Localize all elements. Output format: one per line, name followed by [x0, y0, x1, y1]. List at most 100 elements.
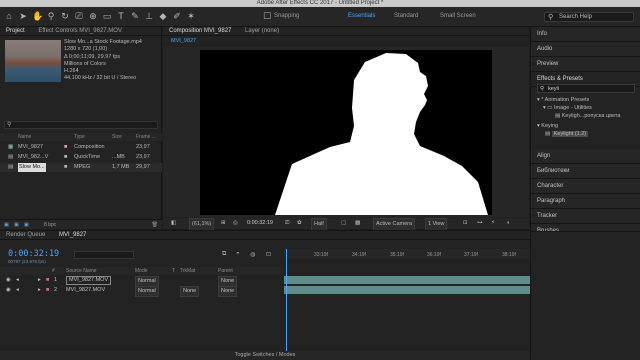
project-item[interactable]: ▤ MVI_982...V ■ QuickTime ...MB 23,97 [0, 153, 162, 162]
expand-chevron-icon[interactable]: ▸ [38, 276, 41, 285]
hand-tool-icon[interactable]: ✋ [32, 11, 43, 21]
tab-render-queue[interactable]: Render Queue [0, 231, 51, 239]
info-panel-header[interactable]: Info [531, 27, 640, 42]
mask-tool-icon[interactable]: ▭ [102, 11, 112, 21]
roto-tool-icon[interactable]: ✐ [172, 11, 182, 21]
time-ruler[interactable]: 33:19f 34:19f 35:19f 36:19f 37:19f 38:19… [284, 249, 530, 259]
tree-keylight-preset[interactable]: ▤ Keyligh...ропуска цвета [555, 112, 620, 120]
trash-icon[interactable]: 🗑 [152, 220, 158, 230]
expand-chevron-icon[interactable]: ▸ [38, 286, 41, 295]
workspace-essentials[interactable]: Essentials [348, 13, 375, 19]
ruler-tick: 35:19f [390, 252, 404, 258]
col-frame[interactable]: Frame ... [136, 133, 156, 141]
tab-effect-controls[interactable]: Effect Controls MVI_9827.MOV [32, 27, 128, 35]
toggle-switches-modes[interactable]: Toggle Switches / Modes [0, 351, 530, 360]
libraries-panel-header[interactable]: Библиотеки [531, 164, 640, 179]
paragraph-panel-header[interactable]: Paragraph [531, 194, 640, 209]
tree-keying[interactable]: ▾ Keying [537, 122, 558, 130]
selection-tool-icon[interactable]: ➤ [18, 11, 28, 21]
tab-composition[interactable]: Composition MVI_9827 [163, 27, 237, 35]
roi-icon[interactable]: ▢ [341, 218, 346, 229]
comp-subtab[interactable]: MVI_9827 [171, 38, 196, 44]
tab-layer[interactable]: Layer (none) [239, 27, 285, 35]
flowchart-icon[interactable]: ⊶ [477, 218, 483, 229]
preview-panel-header[interactable]: Preview [531, 57, 640, 72]
comp-canvas[interactable] [200, 50, 492, 215]
search-icon: ⚲ [7, 122, 12, 128]
graph-editor-icon[interactable]: ⊡ [266, 251, 271, 258]
tree-keylight-effect[interactable]: ▤ Keylight (1.2) [545, 130, 589, 138]
brushes-panel-header[interactable]: Brushes [531, 224, 640, 232]
footage-icon: ▤ [8, 164, 14, 170]
workspace-standard[interactable]: Standard [394, 13, 418, 19]
pan-behind-tool-icon[interactable]: ⊕ [88, 11, 98, 21]
puppet-tool-icon[interactable]: ✶ [186, 11, 196, 21]
comp-viewer[interactable] [163, 47, 529, 217]
tracker-panel-header[interactable]: Tracker [531, 209, 640, 224]
layer-search-input[interactable] [74, 251, 134, 259]
ruler-tick: 37:19f [464, 252, 478, 258]
project-search-input[interactable]: ⚲ [4, 121, 158, 129]
draft-3d-icon[interactable]: ⧉ [222, 251, 226, 258]
footage-icon: ▤ [8, 154, 14, 160]
ruler-tick: 38:19f [502, 252, 516, 258]
character-panel-header[interactable]: Character [531, 179, 640, 194]
color-channel-icon[interactable]: ✿ [297, 218, 302, 229]
project-item[interactable]: ▤ Slow Mo... ■ MPEG 1,7 MB 29,97 [0, 163, 162, 172]
transparency-icon[interactable]: ▩ [355, 218, 360, 229]
bpc-label[interactable]: 8 bpc [44, 220, 56, 230]
snapshot-icon[interactable]: ◎ [233, 218, 238, 229]
comp-timecode[interactable]: 0:00:32:19 [247, 218, 273, 229]
search-help-field[interactable]: ⚲ Search Help [544, 12, 634, 22]
always-preview-icon[interactable]: ◧ [171, 218, 176, 229]
footage-info: Slow Mo...a Stock Footage.mp4 1280 x 720… [64, 39, 142, 83]
layer-track-bar[interactable] [284, 286, 530, 294]
tab-project[interactable]: Project [0, 27, 31, 35]
camera-snapshot-icon[interactable]: ⎚ [285, 218, 289, 229]
clone-tool-icon[interactable]: ⊥ [144, 11, 154, 21]
audio-panel-header[interactable]: Audio [531, 42, 640, 57]
timeline-tabs: Render Queue MVI_9827 [0, 231, 530, 240]
snapping-checkbox-icon[interactable]: ☐ [262, 11, 272, 21]
grid-icon[interactable]: ⊞ [221, 218, 226, 229]
tree-animation-presets[interactable]: ▾ * Animation Presets [537, 96, 589, 104]
col-type[interactable]: Type [74, 133, 85, 141]
effects-search-value: keyli [548, 86, 560, 92]
fast-preview-icon[interactable]: ⚡ [491, 218, 495, 229]
align-panel-header[interactable]: Align [531, 149, 640, 164]
window-title: Adobe After Effects CC 2017 - Untitled P… [0, 0, 640, 7]
tree-image-utilities[interactable]: ▾ ▭ Image - Utilities [543, 104, 592, 112]
composition-icon: ▦ [8, 144, 14, 150]
audio-icon[interactable]: ◂ [16, 276, 19, 285]
shy-icon[interactable]: ◓ [236, 251, 240, 257]
effects-search-input[interactable]: ⚲ keyli [537, 84, 635, 93]
brush-tool-icon[interactable]: ✎ [130, 11, 140, 21]
col-size[interactable]: Size [112, 133, 122, 141]
timeline-timecode[interactable]: 0:00:32:19 [8, 249, 59, 259]
exposure-icon[interactable]: ◐ [507, 218, 510, 229]
eraser-tool-icon[interactable]: ◆ [158, 11, 168, 21]
layer-track-bar[interactable] [284, 276, 530, 284]
viewer-footer: ◧ (61,1%) ⊞ ◎ 0:00:32:19 ⎚ ✿ Half ▢ ▩ Ac… [163, 218, 529, 231]
audio-icon[interactable]: ◂ [16, 286, 19, 295]
rotate-tool-icon[interactable]: ↻ [60, 11, 70, 21]
footage-colors: Millions of Colors [64, 60, 106, 67]
visibility-eye-icon[interactable]: ◉ [6, 276, 11, 285]
workspace-small-screen[interactable]: Small Screen [440, 13, 476, 19]
playhead[interactable] [286, 249, 287, 360]
motion-blur-icon[interactable]: ◍ [250, 251, 255, 258]
layer-row[interactable]: ◉ ◂ ▸ ■ 2 MVI_9827.MOV Normal None None [0, 286, 283, 297]
zoom-tool-icon[interactable]: ⚲ [46, 11, 56, 21]
project-item[interactable]: ▦ MVI_9827 ■ Composition 23,97 [0, 143, 162, 152]
camera-tool-icon[interactable]: ⎚ [74, 11, 84, 21]
text-tool-icon[interactable]: T [116, 11, 126, 21]
render-icon[interactable]: ⊡ [463, 218, 468, 229]
settings-icon[interactable]: ▣ [24, 220, 29, 230]
visibility-eye-icon[interactable]: ◉ [6, 286, 11, 295]
tab-timeline-comp[interactable]: MVI_9827 [53, 231, 92, 239]
home-icon[interactable]: ⌂ [4, 11, 14, 21]
new-comp-icon[interactable]: ▣ [14, 220, 19, 230]
layer-row[interactable]: ◉ ◂ ▸ ■ 1 MVI_9827.MOV Normal None [0, 276, 283, 287]
new-folder-icon[interactable]: ▣ [4, 220, 9, 230]
col-name[interactable]: Name [18, 133, 31, 141]
